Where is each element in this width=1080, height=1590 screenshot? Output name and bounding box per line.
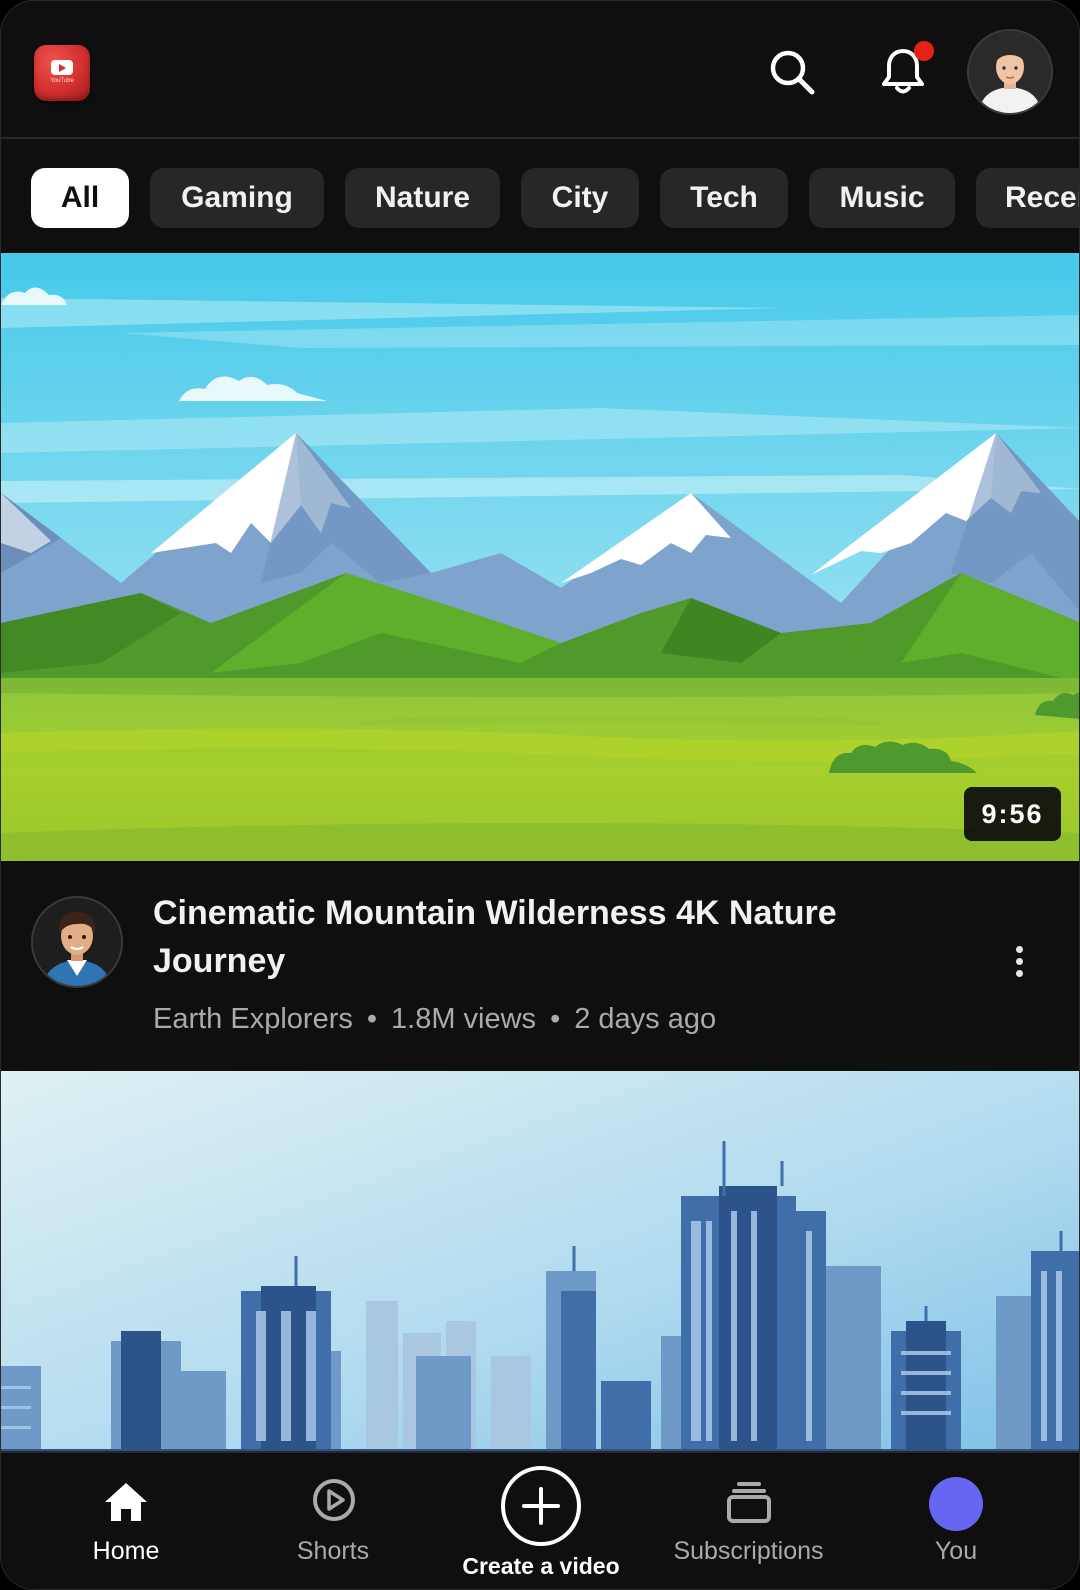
account-avatar-button[interactable] <box>967 29 1053 115</box>
more-vertical-icon[interactable] <box>1004 941 1034 991</box>
nav-you[interactable]: You <box>881 1453 1031 1589</box>
nav-shorts-label: Shorts <box>296 1537 370 1565</box>
logo-caption: YouTube <box>50 78 74 84</box>
search-icon <box>770 50 815 95</box>
logo-play-icon <box>51 60 73 75</box>
chip-city[interactable]: City <box>521 168 639 228</box>
view-count: 1.8M views <box>391 1003 537 1035</box>
app-logo-icon[interactable]: YouTube <box>34 45 90 101</box>
chip-tech[interactable]: Tech <box>660 168 788 228</box>
nav-create[interactable]: Create a video <box>441 1453 641 1589</box>
meta-separator: • <box>366 1003 378 1035</box>
nav-home[interactable]: Home <box>41 1453 211 1589</box>
chip-music[interactable]: Music <box>809 168 955 228</box>
nav-home-label: Home <box>92 1537 160 1565</box>
nav-subscriptions[interactable]: Subscriptions <box>661 1453 836 1589</box>
nav-create-label: Create a video <box>462 1553 620 1579</box>
video-thumbnail-city[interactable] <box>1 1069 1079 1453</box>
video-title[interactable]: Cinematic Mountain Wilderness 4K Nature … <box>153 889 923 985</box>
video-thumbnail-mountains[interactable] <box>1 253 1079 861</box>
meta-separator: • <box>550 1003 561 1035</box>
channel-avatar-image <box>33 898 121 986</box>
video-duration-badge: 9:56 <box>964 787 1061 841</box>
chip-gaming[interactable]: Gaming <box>150 168 324 228</box>
channel-avatar[interactable] <box>31 896 123 988</box>
chip-all[interactable]: All <box>31 168 129 228</box>
chip-recently-uploaded[interactable]: Recen <box>976 168 1079 228</box>
channel-name[interactable]: Earth Explorers <box>153 1003 353 1035</box>
upload-age: 2 days ago <box>574 1003 717 1035</box>
app-screen: YouTube All Gaming Nature City Tech Musi… <box>0 0 1080 1590</box>
bottom-navigation-bar: Home Shorts Create a video Subscriptions… <box>1 1451 1079 1589</box>
notification-badge <box>914 41 934 61</box>
video-meta: Earth Explorers • 1.8M views • 2 days ago <box>153 999 716 1039</box>
top-app-bar: YouTube <box>1 1 1079 139</box>
mountain-landscape-image <box>1 253 1079 861</box>
user-avatar-icon <box>969 31 1051 113</box>
category-chip-bar: All Gaming Nature City Tech Music Recen <box>1 139 1079 253</box>
nav-shorts[interactable]: Shorts <box>251 1453 415 1589</box>
subscriptions-icon <box>727 1482 771 1523</box>
nav-subscriptions-label: Subscriptions <box>673 1537 824 1565</box>
city-skyline-image <box>1 1071 1079 1453</box>
nav-you-label: You <box>934 1537 978 1565</box>
chip-nature[interactable]: Nature <box>345 168 500 228</box>
you-avatar-icon <box>929 1477 983 1531</box>
home-icon <box>105 1483 147 1521</box>
shorts-play-icon <box>313 1479 355 1521</box>
search-button[interactable] <box>765 45 821 101</box>
plus-circle-icon <box>501 1466 581 1546</box>
